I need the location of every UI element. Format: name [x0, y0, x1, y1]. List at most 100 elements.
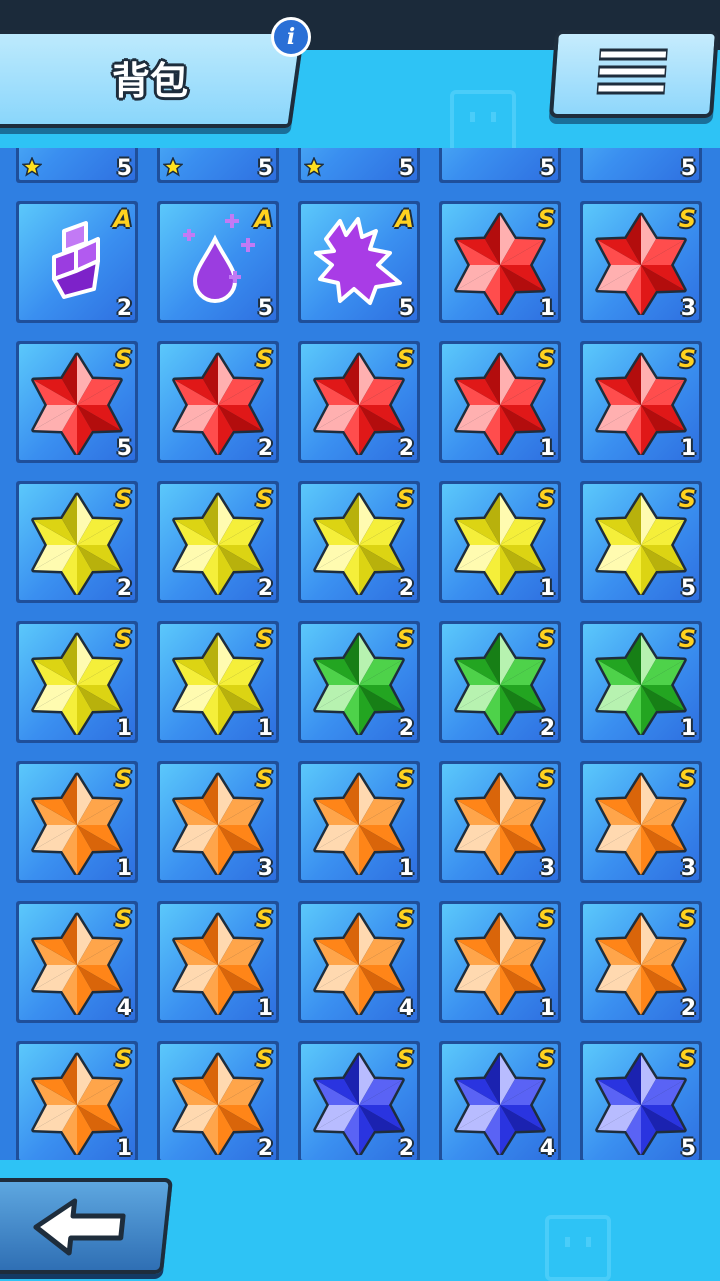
inventory-slot[interactable]: S2 [298, 341, 420, 463]
quantity-label: 2 [680, 996, 696, 1021]
rank-badge: S [396, 765, 414, 793]
inventory-slot[interactable]: S3 [580, 761, 702, 883]
inventory-slot[interactable]: S3 [157, 761, 279, 883]
quantity-label: 2 [116, 296, 132, 321]
rank-badge: A [395, 205, 414, 233]
inventory-slot[interactable]: S1 [439, 201, 561, 323]
quantity-label: 5 [680, 156, 696, 181]
inventory-slot[interactable]: S2 [157, 1041, 279, 1160]
inventory-slot[interactable]: S3 [580, 201, 702, 323]
quantity-label: 5 [116, 436, 132, 461]
rank-badge: S [396, 625, 414, 653]
inventory-slot[interactable]: S1 [16, 761, 138, 883]
page-title: 背包 [111, 59, 188, 103]
inventory-slot[interactable]: S4 [298, 901, 420, 1023]
rank-badge: S [396, 905, 414, 933]
quantity-label: 1 [116, 716, 132, 741]
rank-badge: S [537, 345, 555, 373]
rank-badge: S [396, 345, 414, 373]
star-icon [22, 157, 42, 177]
inventory-slot[interactable]: 5 [298, 148, 420, 183]
inventory-slot[interactable]: S1 [580, 341, 702, 463]
inventory-slot[interactable]: S1 [16, 621, 138, 743]
inventory-slot[interactable]: S1 [580, 621, 702, 743]
rank-badge: A [254, 205, 273, 233]
rank-badge: S [255, 485, 273, 513]
inventory-slot[interactable]: S1 [439, 901, 561, 1023]
inventory-slot[interactable]: S1 [439, 481, 561, 603]
rank-badge: S [537, 625, 555, 653]
quantity-label: 1 [116, 856, 132, 881]
rank-badge: S [537, 905, 555, 933]
quantity-label: 1 [398, 856, 414, 881]
quantity-label: 1 [539, 436, 555, 461]
inventory-slot[interactable]: S2 [298, 1041, 420, 1160]
quantity-label: 5 [398, 296, 414, 321]
hamburger-menu-icon [596, 48, 668, 95]
rank-badge: S [678, 345, 696, 373]
quantity-label: 3 [257, 856, 273, 881]
inventory-slot[interactable]: S5 [580, 1041, 702, 1160]
rank-badge: A [113, 205, 132, 233]
quantity-label: 3 [680, 856, 696, 881]
hidden-icon [447, 148, 553, 175]
inventory-slot[interactable]: S1 [298, 761, 420, 883]
quantity-label: 2 [539, 716, 555, 741]
rank-badge: S [255, 625, 273, 653]
inventory-slot[interactable]: S1 [157, 901, 279, 1023]
inventory-slot[interactable]: S2 [298, 481, 420, 603]
quantity-label: 2 [257, 1136, 273, 1160]
inventory-slot[interactable]: 5 [157, 148, 279, 183]
inventory-slot[interactable]: S2 [157, 341, 279, 463]
rank-badge: S [114, 485, 132, 513]
quantity-label: 2 [398, 436, 414, 461]
quantity-label: 5 [680, 576, 696, 601]
star-icon [304, 157, 324, 177]
back-arrow-icon [33, 1198, 126, 1256]
inventory-slot[interactable]: S1 [16, 1041, 138, 1160]
menu-button[interactable] [548, 30, 720, 118]
quantity-label: 2 [257, 436, 273, 461]
quantity-label: 1 [539, 996, 555, 1021]
inventory-slot[interactable]: S5 [16, 341, 138, 463]
info-icon[interactable]: i [271, 17, 311, 57]
quantity-label: 4 [116, 996, 132, 1021]
inventory-slot[interactable]: 5 [439, 148, 561, 183]
quantity-label: 3 [539, 856, 555, 881]
inventory-slot[interactable]: S2 [157, 481, 279, 603]
quantity-label: 1 [257, 996, 273, 1021]
inventory-slot[interactable]: S1 [439, 341, 561, 463]
rank-badge: S [678, 1045, 696, 1073]
quantity-label: 5 [116, 156, 132, 181]
inventory-slot[interactable]: A5 [298, 201, 420, 323]
inventory-slot[interactable]: S4 [16, 901, 138, 1023]
rank-badge: S [114, 1045, 132, 1073]
inventory-slot[interactable]: S2 [580, 901, 702, 1023]
rank-badge: S [255, 905, 273, 933]
inventory-slot[interactable]: S1 [157, 621, 279, 743]
inventory-slot[interactable]: S2 [298, 621, 420, 743]
inventory-slot[interactable]: A2 [16, 201, 138, 323]
quantity-label: 2 [398, 576, 414, 601]
inventory-slot[interactable]: S2 [16, 481, 138, 603]
inventory-slot[interactable]: S4 [439, 1041, 561, 1160]
quantity-label: 5 [539, 156, 555, 181]
star-icon [163, 157, 183, 177]
inventory-slot[interactable]: S2 [439, 621, 561, 743]
rank-badge: S [114, 345, 132, 373]
inventory-slot[interactable]: 5 [580, 148, 702, 183]
rank-badge: S [537, 765, 555, 793]
quantity-label: 5 [680, 1136, 696, 1160]
inventory-slot[interactable]: S3 [439, 761, 561, 883]
quantity-label: 2 [398, 716, 414, 741]
quantity-label: 5 [257, 296, 273, 321]
pixel-face-decoration [450, 90, 516, 156]
inventory-slot[interactable]: A5 [157, 201, 279, 323]
rank-badge: S [678, 625, 696, 653]
hidden-icon [588, 148, 694, 175]
inventory-slot[interactable]: S5 [580, 481, 702, 603]
back-button[interactable] [0, 1178, 174, 1274]
rank-badge: S [255, 345, 273, 373]
quantity-label: 1 [680, 716, 696, 741]
inventory-slot[interactable]: 5 [16, 148, 138, 183]
